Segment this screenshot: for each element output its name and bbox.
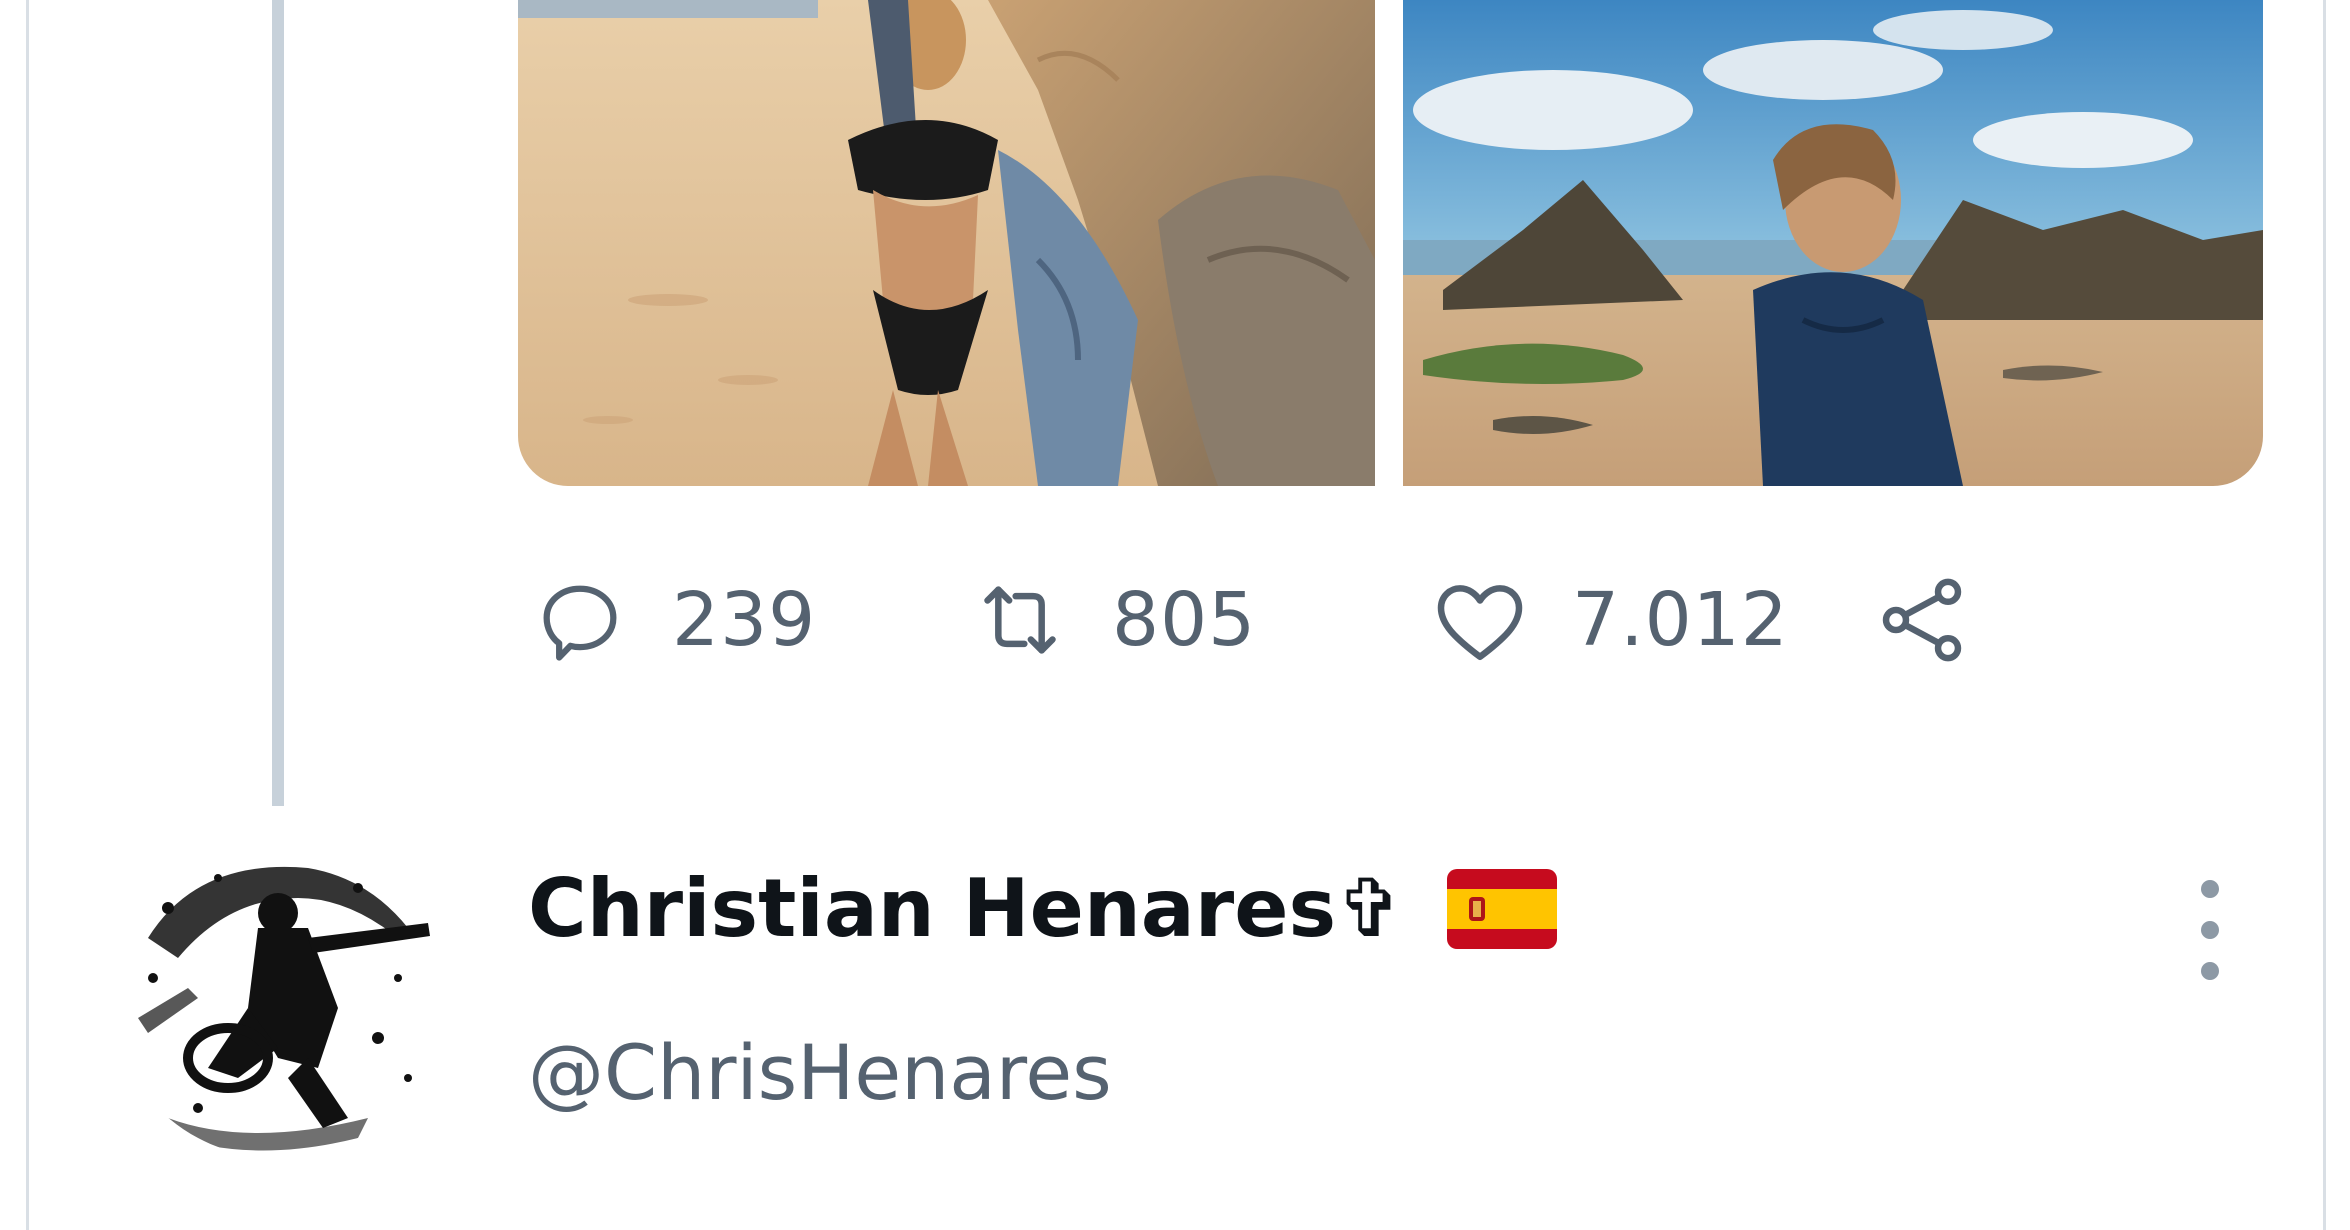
thread-connector-line (272, 0, 284, 806)
like-count: 7.012 (1572, 577, 1789, 663)
tweet-action-bar: 239 805 7.012 (528, 560, 2028, 680)
beach-photo-2-image (1403, 0, 2263, 486)
soldier-silhouette-avatar-image (108, 818, 448, 1158)
share-button[interactable] (1870, 560, 1974, 680)
avatar[interactable] (108, 818, 448, 1158)
more-options-button[interactable] (2180, 880, 2240, 980)
beach-photo-1-image (518, 0, 1375, 486)
tweet-screen: 239 805 7.012 Christian Henares ✞ @Chris… (0, 0, 2350, 1230)
reply-author-handle[interactable]: @ChrisHenares (528, 1028, 1112, 1117)
tweet-photo-1[interactable] (518, 0, 1375, 486)
heart-icon (1428, 568, 1532, 672)
retweet-button[interactable]: 805 (968, 560, 1256, 680)
display-name: Christian Henares (528, 862, 1337, 955)
retweet-icon (968, 568, 1072, 672)
reply-icon (528, 568, 632, 672)
more-dot-icon (2201, 880, 2219, 898)
share-icon (1870, 568, 1974, 672)
reply-author-name[interactable]: Christian Henares ✞ (528, 862, 1558, 955)
more-dot-icon (2201, 962, 2219, 980)
spain-flag-icon (1447, 868, 1558, 949)
more-dot-icon (2201, 921, 2219, 939)
cross-symbol: ✞ (1336, 862, 1404, 955)
reply-button[interactable]: 239 (528, 560, 816, 680)
tweet-media-grid (518, 0, 2263, 486)
tweet-photo-2[interactable] (1403, 0, 2263, 486)
like-button[interactable]: 7.012 (1428, 560, 1789, 680)
reply-count: 239 (672, 577, 817, 663)
retweet-count: 805 (1112, 577, 1257, 663)
